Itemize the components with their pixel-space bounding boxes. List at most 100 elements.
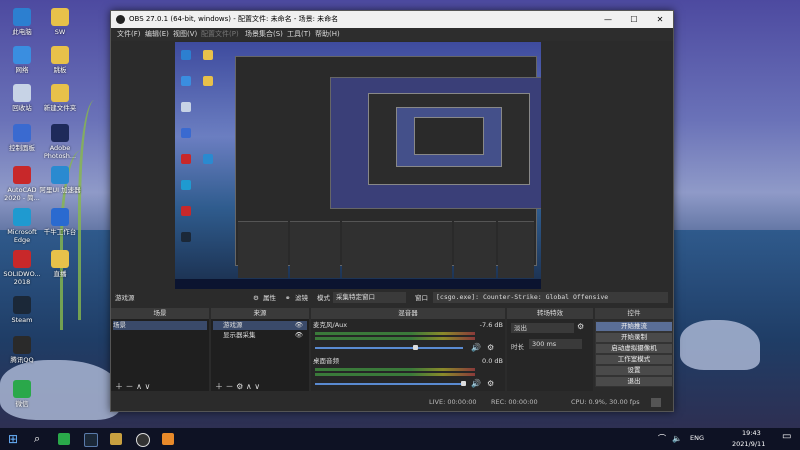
filters-button[interactable]: 滤镜 — [295, 290, 308, 306]
title-bar[interactable]: OBS 27.0.1 (64-bit, windows) - 配置文件: 未命名… — [111, 11, 673, 28]
obs-taskbar-icon[interactable] — [136, 433, 150, 447]
desktop-app-icon — [51, 124, 69, 142]
steam-icon[interactable] — [84, 433, 98, 447]
desktop-icon[interactable]: Adobe Photosh... — [38, 124, 82, 160]
properties-button[interactable]: 属性 — [263, 290, 276, 306]
mixer-dock-header: 混音器 — [311, 308, 505, 319]
eye-icon[interactable]: 👁 — [295, 321, 303, 330]
scene-item[interactable]: 场景 — [113, 321, 207, 330]
source-toolbar: 游戏源 ⚙ 属性 ⚭ 滤镜 模式 采集特定窗口 窗口 [csgo.exe]: C… — [111, 290, 673, 306]
desktop-app-icon — [51, 250, 69, 268]
desktop-icon[interactable]: 微信 — [0, 380, 44, 408]
source-item[interactable]: 游戏源 👁 — [213, 321, 307, 330]
preview-desktop-icon — [181, 232, 191, 242]
audio-mixer: 麦克风/Aux -7.6 dB 🔊 ⚙ 桌面音频 0.0 dB 🔊 ⚙ — [311, 319, 505, 391]
desktop-icon-label: 千牛工作台 — [43, 228, 77, 236]
desktop-icon[interactable]: 跳板 — [38, 46, 82, 74]
mode-select[interactable]: 采集特定窗口 — [333, 292, 406, 303]
move-down-icon[interactable]: ∨ — [145, 382, 151, 391]
menu-scene-collection[interactable]: 场景集合(S) — [245, 28, 283, 41]
wifi-icon[interactable]: ⌒ — [658, 433, 666, 444]
preview-desktop-icon — [181, 102, 191, 112]
desktop-app-icon — [13, 124, 31, 142]
move-up-icon[interactable]: ∧ — [136, 382, 142, 391]
remove-source-button[interactable]: － — [226, 382, 234, 391]
desktop-icon[interactable]: Steam — [0, 296, 44, 324]
rec-status: REC: 00:00:00 — [491, 398, 538, 406]
gear-icon[interactable]: ⚙ — [487, 343, 494, 352]
volume-icon[interactable]: 🔈 — [672, 433, 682, 444]
desktop-icon[interactable]: 千牛工作台 — [38, 208, 82, 236]
desktop-icon[interactable]: 阿里UI 加速器 — [38, 166, 82, 194]
live-status: LIVE: 00:00:00 — [429, 398, 477, 406]
volume-slider[interactable] — [315, 383, 463, 385]
start-streaming-button[interactable]: 开始推流 — [595, 321, 673, 332]
window-select[interactable]: [csgo.exe]: Counter-Strike: Global Offen… — [433, 292, 668, 303]
menu-profile[interactable]: 配置文件(P) — [201, 28, 239, 41]
wechat-icon[interactable] — [58, 433, 70, 445]
start-recording-button[interactable]: 开始录制 — [595, 332, 673, 343]
start-virtual-camera-button[interactable]: 启动虚拟摄像机 — [595, 343, 673, 354]
filter-icon: ⚭ — [285, 294, 291, 302]
desktop-icon[interactable]: 直播 — [38, 250, 82, 278]
speaker-icon[interactable]: 🔊 — [471, 343, 481, 352]
volume-slider[interactable] — [315, 347, 463, 349]
add-source-button[interactable]: ＋ — [215, 382, 223, 391]
gear-icon: ⚙ — [253, 294, 259, 302]
record-indicator-icon — [651, 398, 661, 407]
menu-edit[interactable]: 编辑(E) — [145, 28, 169, 41]
game-icon[interactable] — [110, 433, 122, 445]
input-language[interactable]: ENG — [690, 433, 704, 444]
transitions-panel: 淡出 ⚙ 时长 300 ms — [507, 319, 593, 391]
search-icon[interactable]: ⌕ — [34, 433, 46, 445]
clock-date[interactable]: 2021/9/11 — [732, 439, 765, 450]
speaker-icon[interactable]: 🔊 — [471, 379, 481, 388]
desktop-icon-label: Adobe Photosh... — [43, 144, 77, 160]
desktop-icon[interactable]: SW — [38, 8, 82, 36]
menu-file[interactable]: 文件(F) — [117, 28, 141, 41]
studio-mode-button[interactable]: 工作室模式 — [595, 354, 673, 365]
duration-input[interactable]: 300 ms — [529, 339, 582, 349]
audio-meter — [315, 368, 475, 371]
volume-knob[interactable] — [461, 381, 466, 386]
add-scene-button[interactable]: ＋ — [115, 382, 123, 391]
gear-icon[interactable]: ⚙ — [487, 379, 494, 388]
window-label: 窗口 — [415, 294, 428, 302]
preview-transitions-dock — [454, 221, 496, 278]
desktop-icon-label: 网络 — [15, 66, 29, 74]
desktop-app-icon — [13, 380, 31, 398]
clock-time[interactable]: 19:43 — [742, 428, 761, 439]
obs-window[interactable]: OBS 27.0.1 (64-bit, windows) - 配置文件: 未命名… — [110, 10, 674, 412]
settings-button[interactable]: 设置 — [595, 365, 673, 376]
gear-icon[interactable]: ⚙ — [236, 382, 243, 391]
remove-scene-button[interactable]: － — [126, 382, 134, 391]
menu-view[interactable]: 视图(V) — [173, 28, 197, 41]
desktop-app-icon — [13, 46, 31, 64]
minimize-button[interactable]: — — [595, 11, 621, 28]
menu-help[interactable]: 帮助(H) — [315, 28, 340, 41]
source-item[interactable]: 显示器采集 👁 — [213, 331, 307, 340]
preview-canvas[interactable] — [175, 42, 541, 289]
desktop-app-icon — [13, 166, 31, 184]
app-icon[interactable] — [162, 433, 174, 445]
move-down-icon[interactable]: ∨ — [254, 382, 260, 391]
menu-tools[interactable]: 工具(T) — [287, 28, 311, 41]
desktop-app-icon — [13, 250, 31, 268]
mixer-track-db: -7.6 dB — [479, 321, 503, 329]
windows-start-icon[interactable]: ⊞ — [8, 433, 20, 445]
eye-icon[interactable]: 👁 — [295, 331, 303, 340]
exit-button[interactable]: 退出 — [595, 376, 673, 387]
transition-type-select[interactable]: 淡出 — [511, 323, 574, 333]
move-up-icon[interactable]: ∧ — [246, 382, 252, 391]
preview-controls-dock — [498, 221, 534, 278]
transitions-dock-header: 转场特效 — [507, 308, 593, 319]
notification-icon[interactable]: ▭ — [782, 431, 791, 442]
desktop-icon[interactable]: 腾讯QQ — [0, 336, 44, 364]
menu-bar: 文件(F) 编辑(E) 视图(V) 配置文件(P) 场景集合(S) 工具(T) … — [111, 28, 673, 41]
duration-label: 时长 — [511, 343, 524, 351]
desktop-icon[interactable]: 新建文件夹 — [38, 84, 82, 112]
gear-icon[interactable]: ⚙ — [577, 322, 584, 331]
volume-knob[interactable] — [413, 345, 418, 350]
close-button[interactable]: ✕ — [647, 11, 673, 28]
maximize-button[interactable]: ☐ — [621, 11, 647, 28]
